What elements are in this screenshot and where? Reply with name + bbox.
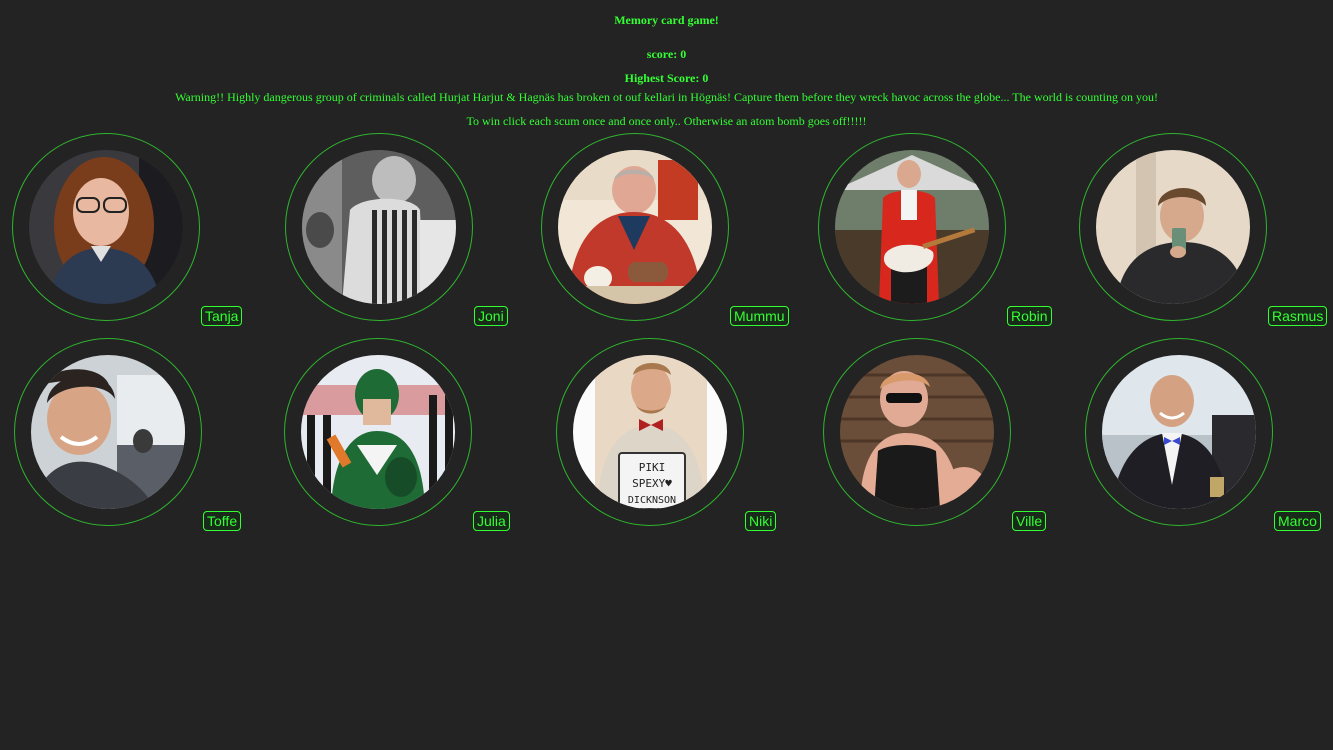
- portrait-photo[interactable]: [558, 150, 712, 304]
- name-tag[interactable]: Robin: [1007, 306, 1052, 326]
- name-tag[interactable]: Mummu: [730, 306, 789, 326]
- card-joni[interactable]: Joni: [285, 133, 508, 326]
- card-robin[interactable]: Robin: [818, 133, 1052, 326]
- svg-text:DICKNSON: DICKNSON: [628, 495, 676, 506]
- svg-text:SPEXY♥: SPEXY♥: [632, 477, 672, 490]
- portrait-photo[interactable]: [302, 150, 456, 304]
- card-ville[interactable]: Ville: [823, 338, 1047, 531]
- warning-text: Warning!! Highly dangerous group of crim…: [175, 90, 1158, 104]
- card-toffe[interactable]: Toffe: [14, 338, 242, 531]
- svg-text:PIKI: PIKI: [639, 461, 666, 474]
- portrait-photo[interactable]: [840, 355, 994, 509]
- name-tag[interactable]: Tanja: [201, 306, 243, 326]
- portrait-photo[interactable]: [31, 355, 185, 509]
- portrait-photo[interactable]: [1102, 355, 1256, 509]
- card-niki[interactable]: PIKI SPEXY♥ DICKNSON Niki: [556, 338, 777, 531]
- portrait-photo[interactable]: [835, 150, 989, 304]
- portrait-photo[interactable]: [301, 355, 455, 509]
- portrait-photo[interactable]: [1096, 150, 1250, 304]
- portrait-photo[interactable]: PIKI SPEXY♥ DICKNSON: [573, 355, 727, 509]
- name-tag[interactable]: Toffe: [203, 511, 242, 531]
- name-tag[interactable]: Niki: [745, 511, 777, 531]
- card-rasmus[interactable]: Rasmus: [1079, 133, 1328, 326]
- name-tag[interactable]: Marco: [1274, 511, 1321, 531]
- card-tanja[interactable]: Tanja: [12, 133, 243, 326]
- card-julia[interactable]: Julia: [284, 338, 510, 531]
- card-mummu[interactable]: Mummu: [541, 133, 789, 326]
- page-title: Memory card game!: [614, 13, 719, 27]
- instructions-text: To win click each scum once and once onl…: [466, 114, 867, 128]
- high-score-counter: Highest Score: 0: [624, 71, 709, 85]
- name-tag[interactable]: Rasmus: [1268, 306, 1328, 326]
- name-tag[interactable]: Joni: [474, 306, 508, 326]
- card-marco[interactable]: Marco: [1085, 338, 1321, 531]
- name-tag[interactable]: Ville: [1012, 511, 1047, 531]
- score-counter: score: 0: [646, 47, 687, 61]
- name-tag[interactable]: Julia: [473, 511, 510, 531]
- portrait-photo[interactable]: [29, 150, 183, 304]
